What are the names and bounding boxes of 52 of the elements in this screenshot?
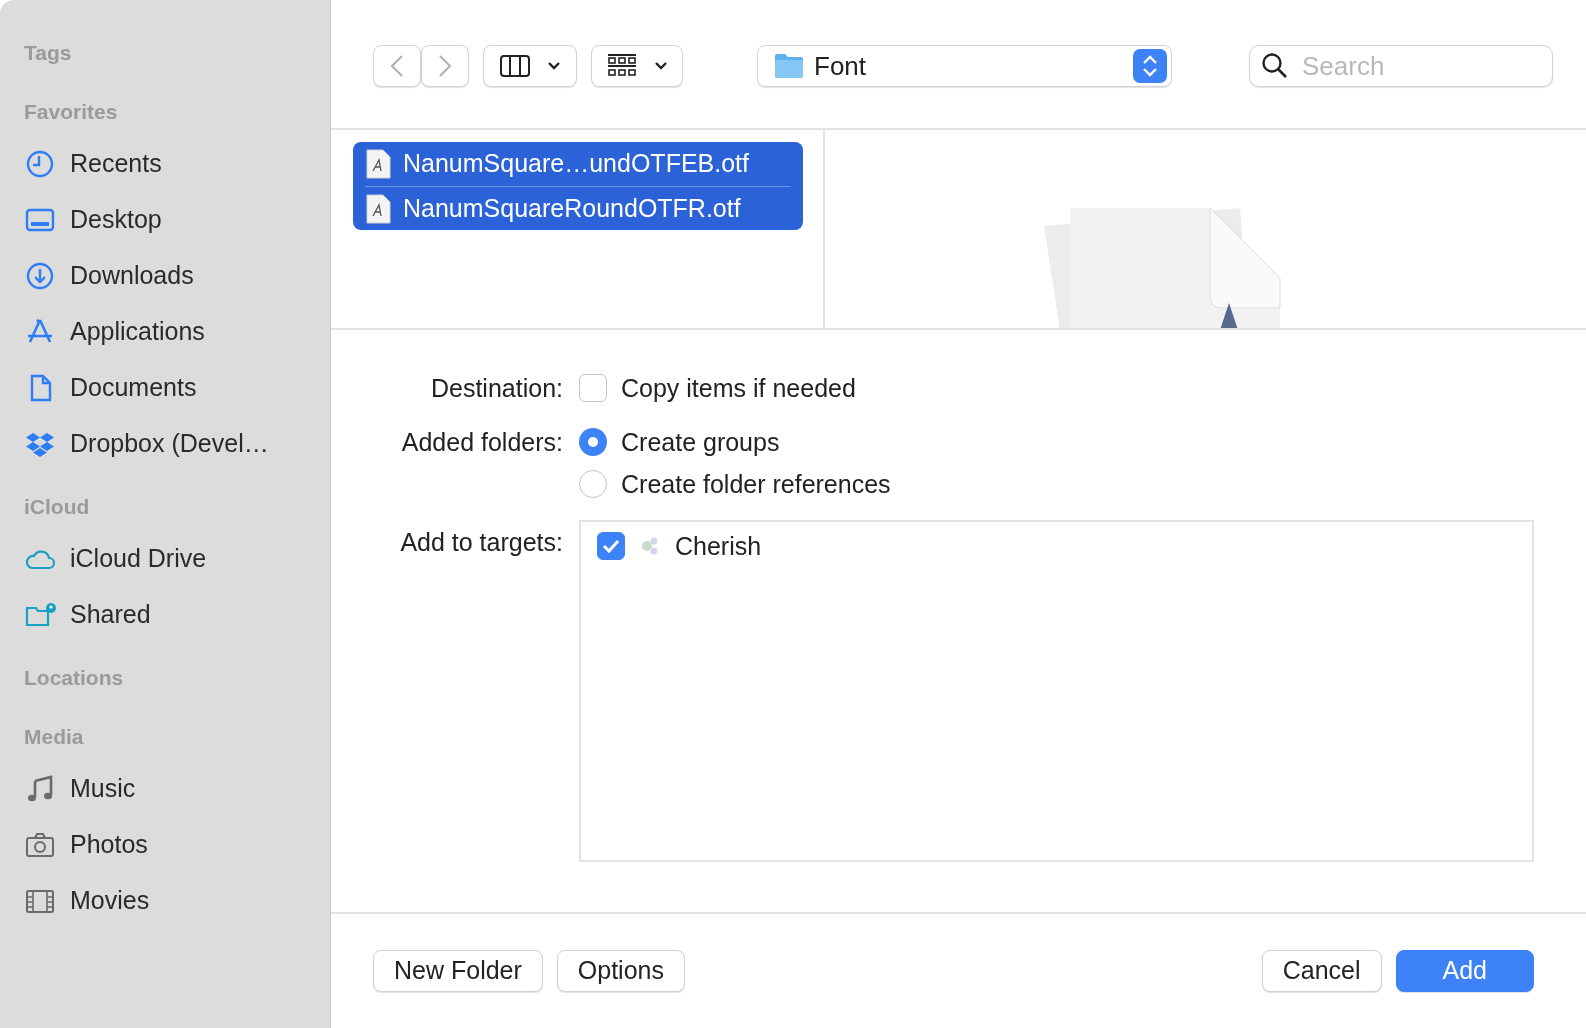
forward-button[interactable] (421, 45, 469, 87)
sidebar-item[interactable]: Desktop (24, 192, 162, 248)
sidebar-item[interactable]: Applications (24, 304, 205, 360)
sidebar-item[interactable]: Movies (24, 873, 150, 929)
checkmark-icon (601, 538, 621, 554)
back-button[interactable] (373, 45, 421, 87)
section-heading: Favorites (24, 99, 118, 125)
field-label: Added folders: (401, 428, 563, 456)
group-button[interactable] (591, 45, 683, 87)
target-name: Cherish (675, 531, 762, 562)
sidebar-item[interactable]: Music (24, 761, 136, 817)
sidebar-item[interactable]: Documents (24, 360, 197, 416)
footer-button[interactable]: Options (556, 950, 685, 992)
stepper-arrows-icon (1141, 53, 1159, 79)
search-field[interactable]: Search (1249, 45, 1553, 87)
footer-button[interactable]: New Folder (373, 950, 543, 992)
location-popup[interactable]: Font (757, 45, 1172, 87)
field-label: Destination: (430, 374, 563, 402)
radio-button[interactable] (579, 428, 607, 456)
sidebar-item[interactable]: Dropbox (Devel… (24, 416, 269, 472)
caret-icon (654, 61, 668, 71)
chevron-right-icon (438, 54, 452, 78)
primary-button[interactable]: Add (1395, 950, 1534, 992)
sidebar-item[interactable]: Shared (24, 587, 151, 643)
font-file-icon (365, 149, 391, 179)
section-heading: Media (24, 724, 84, 750)
footer-button[interactable]: Cancel (1261, 950, 1382, 992)
radio-button[interactable] (579, 470, 607, 498)
download-icon (24, 260, 56, 292)
font-file-icon (365, 193, 391, 224)
radio-label: Create groups (621, 427, 780, 458)
chevron-left-icon (390, 54, 404, 78)
checkbox[interactable] (579, 374, 607, 402)
sidebar-item[interactable]: Downloads (24, 248, 194, 304)
caret-icon (547, 61, 561, 71)
field-label: Add to targets: (400, 528, 563, 556)
view-mode-button[interactable] (483, 45, 577, 87)
section-heading: iCloud (24, 494, 90, 520)
sidebar-item[interactable]: Recents (24, 136, 162, 192)
file-row[interactable]: NanumSquareRoundOTFR.otf (365, 186, 791, 230)
checkbox-label: Copy items if needed (621, 373, 856, 404)
section-heading: Tags (24, 40, 72, 66)
radio-label: Create folder references (621, 469, 891, 500)
folder-icon (774, 53, 804, 79)
columns-icon (499, 54, 531, 78)
clock-icon (24, 148, 56, 180)
sidebar-item[interactable]: iCloud Drive (24, 531, 207, 587)
file-row[interactable]: NanumSquare…undOTFEB.otf (365, 142, 791, 186)
sidebar-item[interactable]: Photos (24, 817, 148, 873)
checkbox[interactable] (597, 532, 625, 560)
grid-icon (606, 53, 638, 79)
section-heading: Locations (24, 665, 124, 691)
